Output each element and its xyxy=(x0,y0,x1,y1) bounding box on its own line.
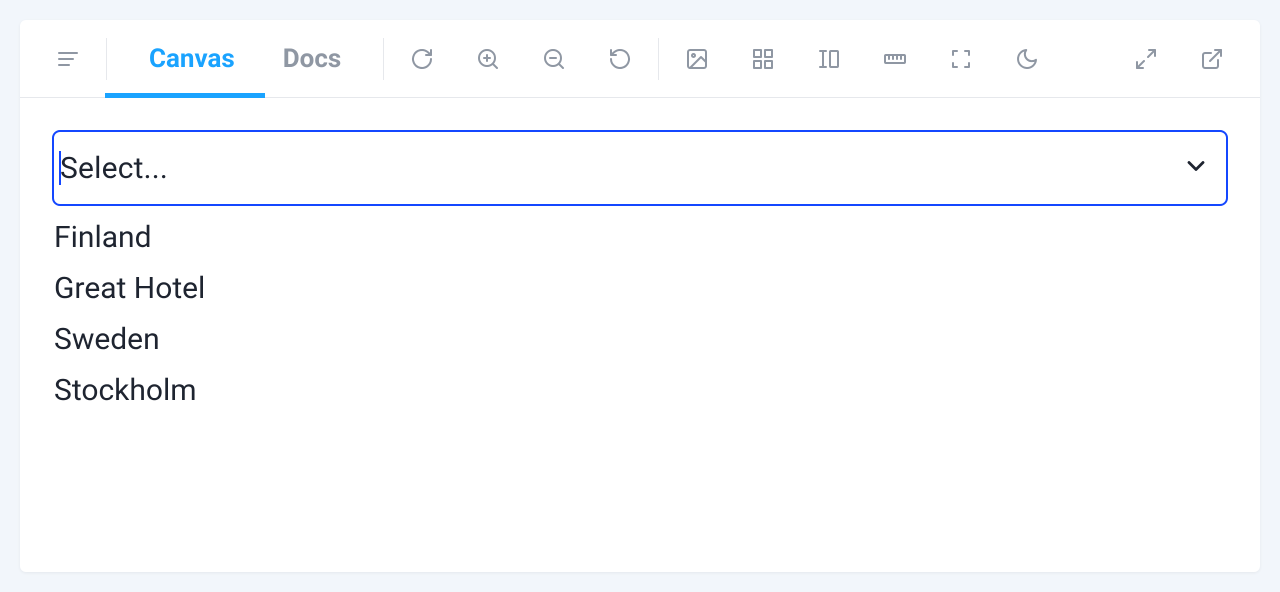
ruler-icon xyxy=(883,47,907,71)
toolbar-divider xyxy=(106,38,107,80)
external-link-button[interactable] xyxy=(1192,39,1232,79)
zoom-out-icon xyxy=(542,47,566,71)
tab-label: Canvas xyxy=(149,44,235,74)
grid-tool-button[interactable] xyxy=(743,39,783,79)
canvas-area: Select... Finland Great Hotel Sweden Sto… xyxy=(20,98,1260,572)
dark-mode-button[interactable] xyxy=(1007,39,1047,79)
zoom-in-icon xyxy=(476,47,500,71)
select-input[interactable]: Select... xyxy=(52,130,1228,206)
image-icon xyxy=(685,47,709,71)
tabs: Canvas Docs xyxy=(125,20,365,98)
tab-label: Docs xyxy=(283,44,341,74)
zoom-controls xyxy=(402,39,640,79)
zoom-out-button[interactable] xyxy=(534,39,574,79)
select-placeholder: Select... xyxy=(60,151,168,186)
rotate-ccw-icon xyxy=(608,47,632,71)
maximize-icon xyxy=(1134,47,1158,71)
select-option[interactable]: Finland xyxy=(52,212,1228,263)
menu-toggle-button[interactable] xyxy=(48,39,88,79)
zoom-reset-button[interactable] xyxy=(600,39,640,79)
tab-canvas[interactable]: Canvas xyxy=(125,20,259,98)
zoom-in-button[interactable] xyxy=(468,39,508,79)
tab-docs[interactable]: Docs xyxy=(259,20,365,98)
select-option[interactable]: Great Hotel xyxy=(52,263,1228,314)
main-panel: Canvas Docs xyxy=(20,20,1260,572)
chevron-down-icon xyxy=(1182,152,1210,180)
refresh-icon xyxy=(410,47,434,71)
external-link-icon xyxy=(1200,47,1224,71)
select-toggle[interactable] xyxy=(1182,152,1210,184)
window-controls xyxy=(1126,39,1232,79)
moon-icon xyxy=(1015,47,1039,71)
layout-tool-button[interactable] xyxy=(809,39,849,79)
image-tool-button[interactable] xyxy=(677,39,717,79)
menu-icon xyxy=(56,47,80,71)
refresh-button[interactable] xyxy=(402,39,442,79)
select-option[interactable]: Sweden xyxy=(52,314,1228,365)
toolbar: Canvas Docs xyxy=(20,20,1260,98)
view-tools xyxy=(677,39,1047,79)
toolbar-divider xyxy=(658,38,659,80)
selection-icon xyxy=(949,47,973,71)
fullscreen-button[interactable] xyxy=(1126,39,1166,79)
grid-icon xyxy=(751,47,775,71)
selection-tool-button[interactable] xyxy=(941,39,981,79)
layout-icon xyxy=(817,47,841,71)
toolbar-divider xyxy=(383,38,384,80)
select-options-list: Finland Great Hotel Sweden Stockholm xyxy=(52,212,1228,416)
select-option[interactable]: Stockholm xyxy=(52,365,1228,416)
ruler-tool-button[interactable] xyxy=(875,39,915,79)
